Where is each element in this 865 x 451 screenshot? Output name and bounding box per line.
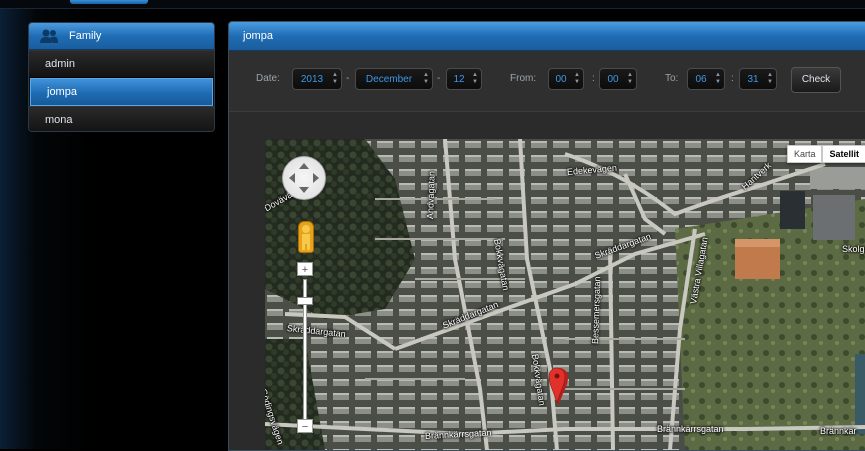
to-minute-value: 31 <box>747 74 759 85</box>
road-label: Skolga <box>842 244 865 254</box>
family-panel-header: Family <box>29 23 214 50</box>
from-hour-value: 00 <box>555 74 567 85</box>
pan-arrows-icon <box>289 163 319 193</box>
map-type-karta-button[interactable]: Karta <box>786 145 823 163</box>
map-type-control: Karta Satellit <box>786 145 865 163</box>
to-hour-select[interactable]: 06 ▲ ▼ <box>687 68 725 90</box>
to-hour-value: 06 <box>695 74 707 85</box>
select-arrows-icon: ▲ ▼ <box>423 72 429 85</box>
select-arrows-icon: ▲ ▼ <box>472 72 478 85</box>
zoom-out-button[interactable]: − <box>297 419 313 433</box>
from-label: From: <box>510 73 537 84</box>
select-arrows-icon: ▲ ▼ <box>767 72 773 85</box>
zoom-in-button[interactable]: + <box>297 262 313 276</box>
select-arrows-icon: ▲ ▼ <box>715 72 721 85</box>
from-minute-value: 00 <box>607 74 619 85</box>
to-minute-select[interactable]: 31 ▲ ▼ <box>739 68 777 90</box>
select-arrows-icon: ▲ ▼ <box>574 72 580 85</box>
road-label: Brännkärrsgatan <box>657 424 724 434</box>
family-panel: Family admin jompa mona <box>28 22 215 132</box>
check-button[interactable]: Check <box>791 67 841 93</box>
street-view-pegman-icon[interactable] <box>298 221 314 253</box>
date-dash: - <box>437 73 441 84</box>
top-nav-tab[interactable] <box>70 0 148 4</box>
day-value: 12 <box>453 74 465 85</box>
family-panel-title: Family <box>69 30 102 42</box>
main-panel-title: jompa <box>229 22 865 51</box>
date-label: Date: <box>256 73 280 84</box>
road-label: Andvägatan <box>425 170 437 220</box>
filter-toolbar: Date: 2013 ▲ ▼ - December ▲ ▼ - 12 ▲ ▼ From… <box>229 51 865 112</box>
select-arrows-icon: ▲ ▼ <box>627 72 633 85</box>
satellite-map[interactable]: Edekevägen Hantverk Skräddargatan Skrädd… <box>265 139 865 450</box>
main-panel: jompa Date: 2013 ▲ ▼ - December ▲ ▼ - 12 ▲… <box>228 21 865 451</box>
day-select[interactable]: 12 ▲ ▼ <box>446 68 482 90</box>
zoom-slider-thumb[interactable] <box>297 297 313 305</box>
year-select[interactable]: 2013 ▲ ▼ <box>292 68 342 90</box>
family-member-mona[interactable]: mona <box>29 106 214 131</box>
from-minute-select[interactable]: 00 ▲ ▼ <box>599 68 637 90</box>
time-colon: : <box>592 73 595 84</box>
family-member-admin[interactable]: admin <box>29 50 214 78</box>
date-dash: - <box>346 73 350 84</box>
pan-control[interactable] <box>282 156 326 200</box>
road-label: Brännkär <box>820 426 857 436</box>
from-hour-select[interactable]: 00 ▲ ▼ <box>548 68 584 90</box>
select-arrows-icon: ▲ ▼ <box>332 72 338 85</box>
year-value: 2013 <box>300 74 324 85</box>
users-icon <box>39 28 59 44</box>
month-select[interactable]: December ▲ ▼ <box>355 68 433 90</box>
to-label: To: <box>665 73 679 84</box>
map-type-satellit-button[interactable]: Satellit <box>822 145 865 163</box>
time-colon: : <box>731 73 734 84</box>
month-value: December <box>365 74 413 85</box>
family-member-jompa[interactable]: jompa <box>30 78 213 106</box>
